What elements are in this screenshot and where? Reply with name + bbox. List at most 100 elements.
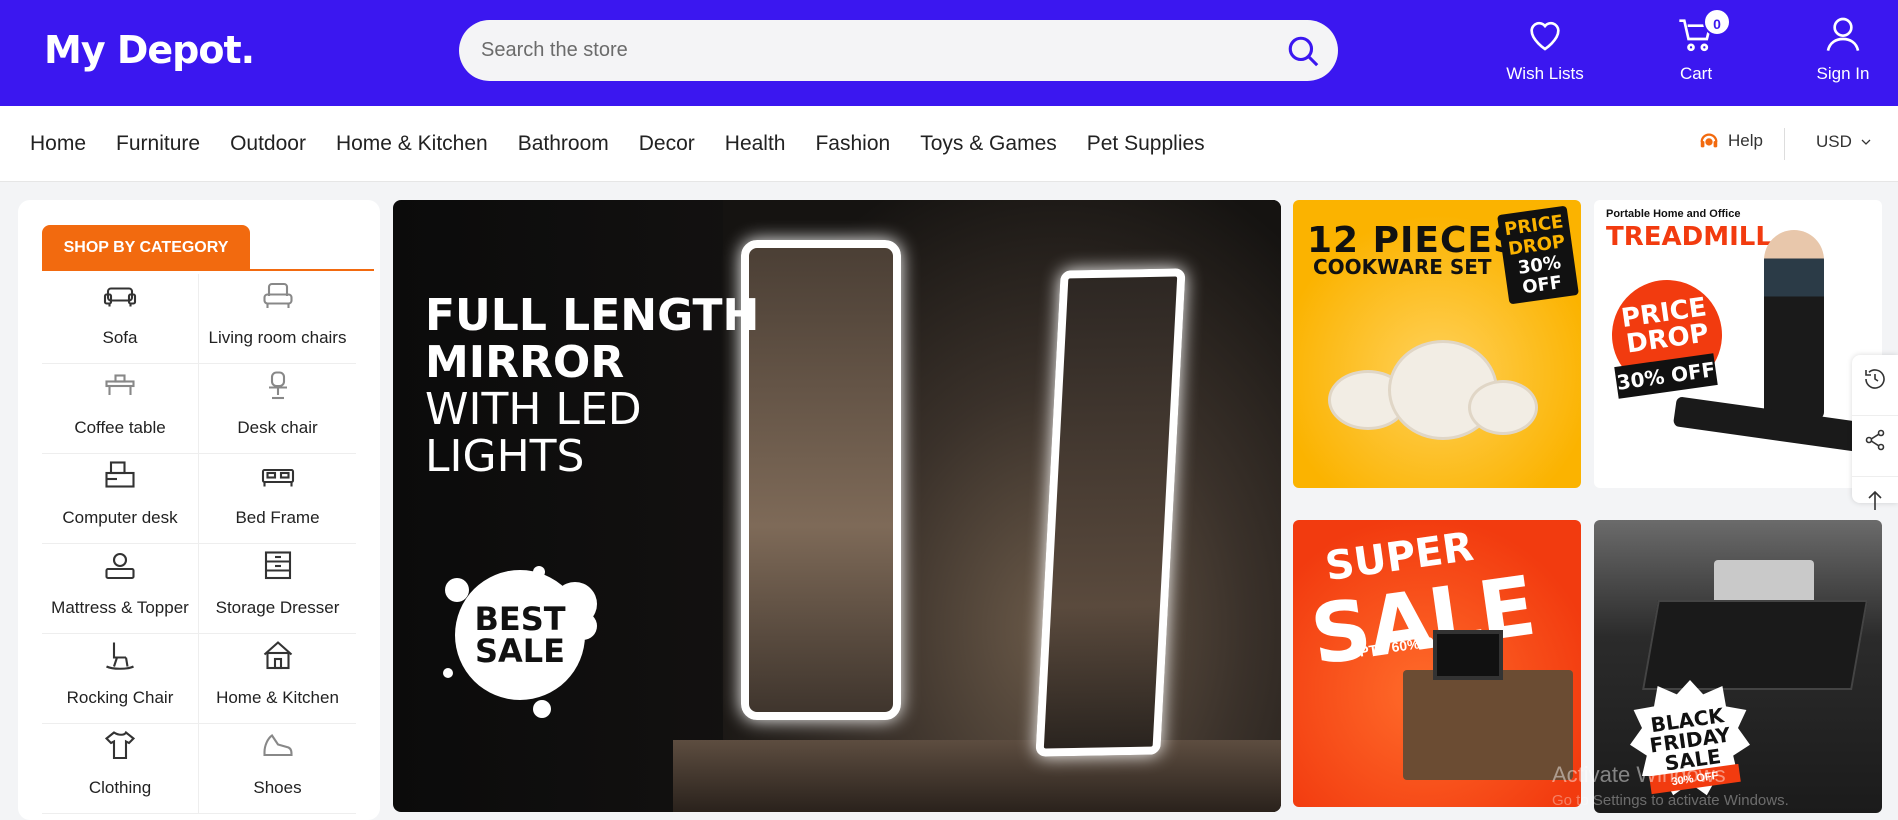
currency-label: USD xyxy=(1816,132,1852,151)
monitor-image xyxy=(1433,630,1503,680)
bed-frame-icon xyxy=(261,468,294,487)
floating-toolbar xyxy=(1852,355,1898,510)
bubble xyxy=(533,700,551,718)
category-label: Shoes xyxy=(253,778,302,797)
category-item-living-room-chairs[interactable]: Living room chairs xyxy=(199,274,356,364)
badge-off: 30% OFF xyxy=(1516,252,1564,299)
pot-shape xyxy=(1468,380,1538,435)
signin-button[interactable]: Sign In xyxy=(1788,14,1898,84)
category-item-clothing[interactable]: Clothing xyxy=(42,724,199,814)
category-sidebar: SHOP BY CATEGORY Sofa Living room chairs… xyxy=(18,200,380,820)
windows-watermark-sub: Go to Settings to activate Windows. xyxy=(1552,792,1789,809)
help-link[interactable]: Help xyxy=(1698,130,1763,152)
category-item-sofa[interactable]: Sofa xyxy=(42,274,199,364)
armchair-icon xyxy=(262,282,293,308)
category-label: Desk chair xyxy=(237,418,318,437)
nav-item-home-kitchen[interactable]: Home & Kitchen xyxy=(336,132,488,156)
cookware-image xyxy=(1328,340,1538,460)
hero-headline: FULL LENGTH MIRROR WITH LED LIGHTS xyxy=(425,292,759,480)
logo-text: My Depot xyxy=(44,28,242,72)
desk-image xyxy=(1403,670,1573,780)
category-title: SHOP BY CATEGORY xyxy=(42,225,250,271)
category-label: Storage Dresser xyxy=(215,598,340,617)
hero-line: LIGHTS xyxy=(425,431,585,482)
nav-item-outdoor[interactable]: Outdoor xyxy=(230,132,306,156)
nav-item-home[interactable]: Home xyxy=(30,132,86,156)
hero-floor xyxy=(673,740,1281,812)
category-label: Clothing xyxy=(88,778,152,797)
hero-line: MIRROR xyxy=(425,337,625,388)
desk-chair-icon xyxy=(268,371,287,400)
back-to-top-button[interactable] xyxy=(1852,489,1898,538)
nav-item-pet-supplies[interactable]: Pet Supplies xyxy=(1087,132,1205,156)
wishlist-button[interactable]: Wish Lists xyxy=(1490,14,1600,84)
computer-desk-icon xyxy=(105,461,135,488)
arrow-up-icon xyxy=(1868,490,1882,510)
nav-item-health[interactable]: Health xyxy=(725,132,786,156)
category-label: Coffee table xyxy=(74,418,166,437)
header-bar: My Depot. Wish Lists 0 Cart Sign In xyxy=(0,0,1898,106)
lift-table-image xyxy=(1642,600,1868,690)
category-header: SHOP BY CATEGORY xyxy=(42,225,374,271)
home-icon xyxy=(263,641,292,670)
nav-list: Home Furniture Outdoor Home & Kitchen Ba… xyxy=(30,106,1235,182)
cart-count-badge: 0 xyxy=(1703,8,1731,36)
category-item-computer-desk[interactable]: Computer desk xyxy=(42,454,199,544)
category-label: Living room chairs xyxy=(208,328,347,347)
hero-banner[interactable]: FULL LENGTH MIRROR WITH LED LIGHTS BEST … xyxy=(393,200,1281,812)
category-item-home-kitchen[interactable]: Home & Kitchen xyxy=(199,634,356,724)
wishlist-label: Wish Lists xyxy=(1506,64,1584,83)
nav-item-furniture[interactable]: Furniture xyxy=(116,132,200,156)
promo-treadmill[interactable]: Portable Home and Office TREADMILL PRICE… xyxy=(1594,200,1882,488)
dresser-icon xyxy=(264,551,291,580)
category-label: Home & Kitchen xyxy=(216,688,339,707)
promo-small-text: Portable Home and Office xyxy=(1606,208,1741,220)
share-button[interactable] xyxy=(1852,428,1898,477)
user-icon xyxy=(1826,17,1860,52)
logo-dot: . xyxy=(240,28,255,72)
cart-button[interactable]: 0 Cart xyxy=(1641,8,1751,84)
recently-viewed-button[interactable] xyxy=(1852,367,1898,416)
category-label: Mattress & Topper xyxy=(51,598,189,617)
category-label: Rocking Chair xyxy=(66,688,174,707)
signin-label: Sign In xyxy=(1816,64,1870,83)
share-icon xyxy=(1865,429,1885,451)
currency-select[interactable]: USD xyxy=(1816,132,1872,152)
sofa-icon xyxy=(103,287,137,307)
clothing-icon xyxy=(104,730,136,760)
promo-super-sale[interactable]: SUPER SALE UPTO 60% OFF xyxy=(1293,520,1581,807)
category-item-desk-chair[interactable]: Desk chair xyxy=(199,364,356,454)
hero-line: WITH LED xyxy=(425,384,642,435)
cart-label: Cart xyxy=(1679,64,1713,83)
search-input[interactable] xyxy=(481,20,1261,81)
category-item-rocking-chair[interactable]: Rocking Chair xyxy=(42,634,199,724)
promo-cookware[interactable]: 12 PIECES COOKWARE SET PRICE DROP 30% OF… xyxy=(1293,200,1581,488)
main-nav: Home Furniture Outdoor Home & Kitchen Ba… xyxy=(0,106,1898,182)
search-icon[interactable] xyxy=(1286,34,1320,68)
category-item-mattress-topper[interactable]: Mattress & Topper xyxy=(42,544,199,634)
led-mirror-image xyxy=(1035,268,1186,757)
promo-title: TREADMILL xyxy=(1606,222,1772,252)
mattress-icon xyxy=(105,552,135,580)
nav-item-toys-games[interactable]: Toys & Games xyxy=(920,132,1057,156)
site-logo[interactable]: My Depot. xyxy=(44,28,255,72)
category-item-storage-dresser[interactable]: Storage Dresser xyxy=(199,544,356,634)
category-item-shoes[interactable]: Shoes xyxy=(199,724,356,814)
nav-item-fashion[interactable]: Fashion xyxy=(815,132,890,156)
category-grid: Sofa Living room chairs Coffee table Des… xyxy=(42,274,356,814)
heart-icon xyxy=(1530,21,1560,51)
rocking-chair-icon xyxy=(106,642,134,670)
windows-watermark: Activate Windows xyxy=(1552,762,1726,787)
shoes-icon xyxy=(262,734,293,757)
help-label: Help xyxy=(1728,131,1763,150)
nav-item-decor[interactable]: Decor xyxy=(639,132,695,156)
category-label: Bed Frame xyxy=(235,508,320,527)
hero-line: FULL LENGTH xyxy=(425,290,760,341)
category-item-bed-frame[interactable]: Bed Frame xyxy=(199,454,356,544)
chevron-down-icon xyxy=(1861,139,1871,145)
category-item-coffee-table[interactable]: Coffee table xyxy=(42,364,199,454)
runner-image xyxy=(1764,230,1824,420)
history-icon xyxy=(1865,369,1885,389)
coffee-table-icon xyxy=(105,374,135,395)
nav-item-bathroom[interactable]: Bathroom xyxy=(518,132,609,156)
